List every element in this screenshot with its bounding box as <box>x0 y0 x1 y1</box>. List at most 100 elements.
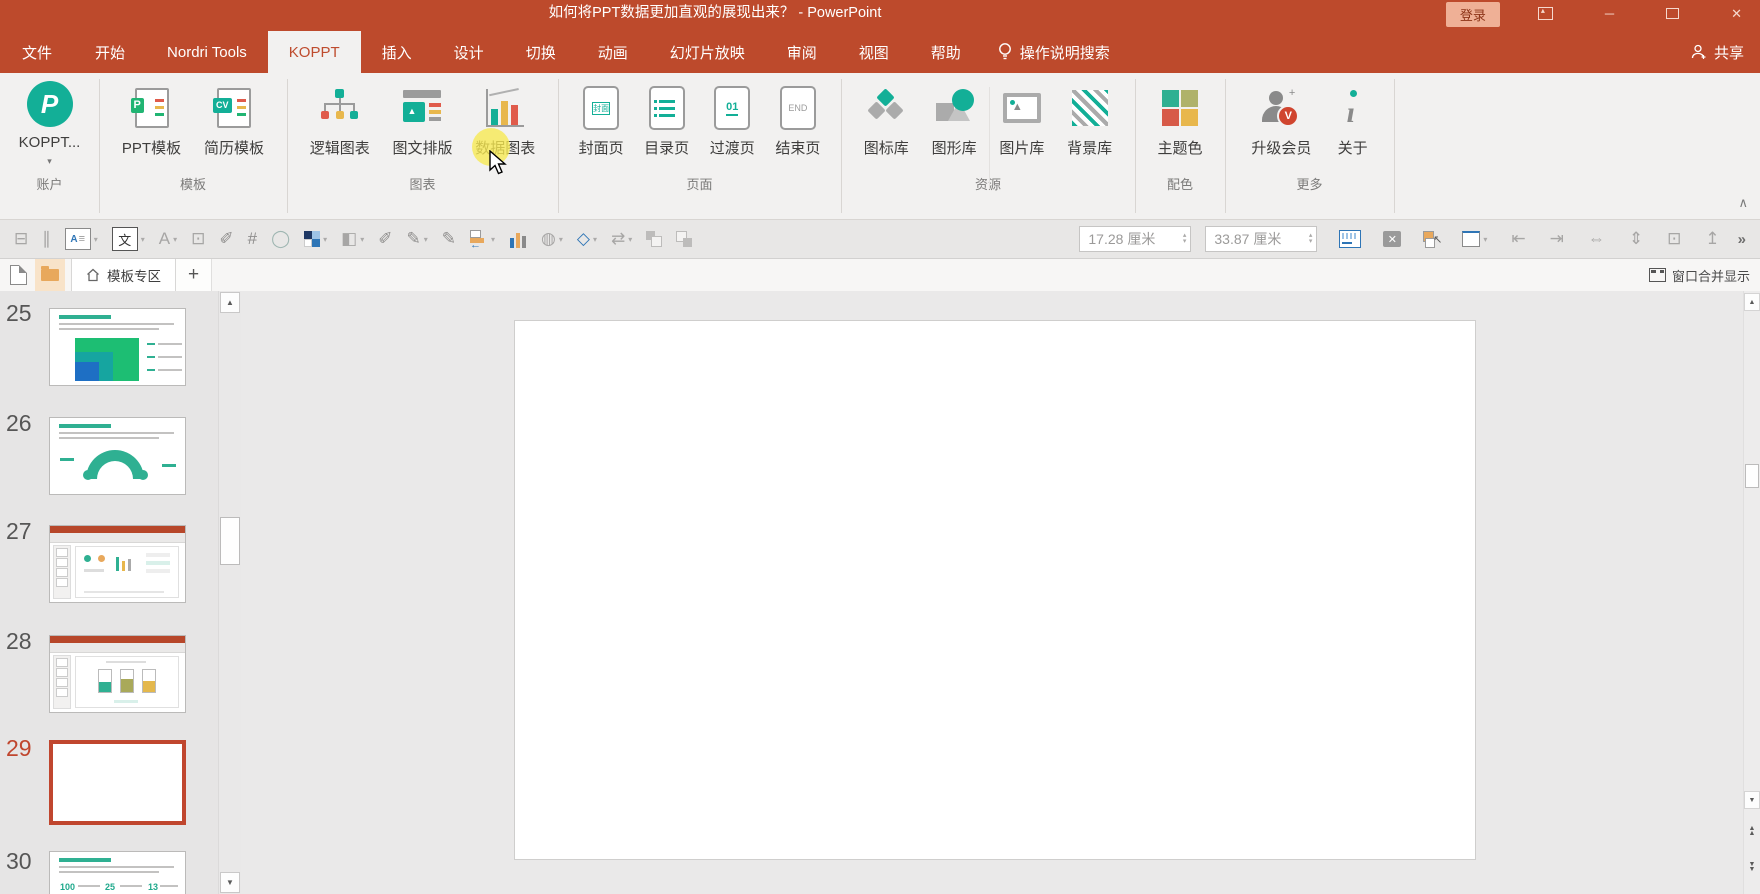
share-button[interactable]: 共享 <box>1691 31 1760 73</box>
panel-scrollbar-thumb[interactable] <box>220 517 240 565</box>
koppt-account-button[interactable]: P KOPPT... ▾ <box>19 73 80 167</box>
text-layout-button[interactable]: 图文排版 <box>392 73 453 158</box>
delete-slide-icon[interactable]: ✕ <box>1383 231 1402 247</box>
merge-shapes-icon[interactable]: ◍ ▾ <box>541 229 563 249</box>
minimize-icon[interactable]: ─ <box>1605 7 1614 20</box>
crop-icon[interactable]: # <box>248 229 257 249</box>
paint-bucket-icon[interactable]: ◧ ▾ <box>341 229 364 249</box>
notes-icon[interactable] <box>1339 230 1362 248</box>
align-right-icon[interactable]: ⇥ <box>1550 229 1564 249</box>
text-style-box-icon[interactable]: A ≡ ▾ <box>64 228 98 250</box>
tab-slideshow[interactable]: 幻灯片放映 <box>649 31 766 73</box>
about-button[interactable]: ı 关于 <box>1338 73 1368 158</box>
slide-canvas[interactable] <box>514 320 1476 860</box>
send-backward-icon[interactable] <box>676 231 693 247</box>
select-objects-icon[interactable]: ↖ <box>1423 230 1442 248</box>
previous-slide-button[interactable]: ▲ ▲ <box>1744 825 1760 837</box>
collapse-ribbon-icon[interactable]: ∧ <box>1738 195 1748 211</box>
more-tools-icon[interactable]: » <box>1738 231 1746 248</box>
shape-height-input[interactable]: 33.87 厘米 ▴ ▾ <box>1205 226 1318 252</box>
login-button[interactable]: 登录 <box>1445 2 1500 27</box>
open-folder-button[interactable] <box>35 259 65 291</box>
tab-transitions[interactable]: 切换 <box>505 31 577 73</box>
slide-thumbnail-27[interactable] <box>49 525 186 603</box>
background-library-button[interactable]: 背景库 <box>1067 73 1112 158</box>
flip-shape-icon[interactable]: ⇄ ▾ <box>611 229 632 249</box>
ppt-template-button[interactable]: P PPT模板 <box>122 73 181 158</box>
toc-page-button[interactable]: 目录页 <box>644 73 689 158</box>
font-color-icon[interactable]: A ▾ <box>159 229 177 249</box>
paragraph-layout-icon[interactable]: ← ▾ <box>470 230 495 251</box>
slide-thumbnail-25[interactable] <box>49 308 186 386</box>
slide-thumbnail-panel: 25 26 27 28 29 30 100 25 13 <box>0 291 218 894</box>
fill-color-icon[interactable]: ▾ <box>304 231 327 247</box>
eyedropper-icon[interactable]: ✐ <box>219 229 233 249</box>
oval-shape-icon[interactable]: ◯ <box>271 229 290 249</box>
move-up-icon[interactable]: ↥ <box>1705 229 1719 249</box>
tab-design[interactable]: 设计 <box>433 31 505 73</box>
ribbon-group-pages: 封面 封面页 目录页 01 过渡页 END 结束页 页面 <box>558 73 841 197</box>
resume-template-button[interactable]: CV 简历模板 <box>204 73 264 158</box>
panel-scroll-up-button[interactable]: ▲ <box>220 292 240 313</box>
replace-image-icon[interactable]: ⊡ <box>191 229 205 249</box>
slide-thumbnail-28[interactable] <box>49 635 186 713</box>
shape-width-input[interactable]: 17.28 厘米 ▴ ▾ <box>1079 226 1192 252</box>
tab-nordri-tools[interactable]: Nordri Tools <box>146 31 268 73</box>
shape-library-button[interactable]: 图形库 <box>932 73 977 158</box>
icon-library-button[interactable]: 图标库 <box>864 73 909 158</box>
align-left-icon[interactable]: ⇤ <box>1511 229 1525 249</box>
slide-thumbnail-30[interactable]: 100 25 13 <box>49 851 186 894</box>
tab-koppt[interactable]: KOPPT <box>267 31 361 73</box>
koppt-ribbon: P KOPPT... ▾ 账户 P PPT模板 CV 简历模板 模板 逻辑图表 … <box>0 73 1760 220</box>
edit-pen-icon[interactable]: ✎ ▾ <box>406 229 427 249</box>
maximize-icon[interactable] <box>1666 7 1680 19</box>
upgrade-vip-icon: + V <box>1261 87 1301 127</box>
tab-home[interactable]: 开始 <box>74 31 146 73</box>
transition-page-button[interactable]: 01 过渡页 <box>710 73 755 158</box>
canvas-scrollbar[interactable]: ▲ ▼ ▲ ▲ ▼ ▼ <box>1743 291 1760 894</box>
combine-shapes-icon[interactable]: ◇ ▾ <box>577 229 597 249</box>
height-spinner[interactable]: ▴ ▾ <box>1309 232 1317 245</box>
tab-view[interactable]: 视图 <box>838 31 910 73</box>
tab-review[interactable]: 审阅 <box>766 31 838 73</box>
close-icon[interactable]: ✕ <box>1731 7 1742 20</box>
insert-chart-icon[interactable] <box>509 230 527 248</box>
logic-chart-button[interactable]: 逻辑图表 <box>310 73 370 158</box>
image-library-button[interactable]: 图片库 <box>999 73 1044 158</box>
distribute-objects-icon[interactable]: ∥ <box>42 229 51 249</box>
format-brush-icon[interactable]: ✎ <box>442 229 456 249</box>
panel-scrollbar[interactable]: ▲ ▼ <box>218 291 241 894</box>
canvas-scroll-up-button[interactable]: ▲ <box>1744 293 1760 311</box>
canvas-scrollbar-thumb[interactable] <box>1745 464 1759 488</box>
canvas-scroll-down-button[interactable]: ▼ <box>1744 791 1760 809</box>
outline-box-icon[interactable]: ▾ <box>1462 231 1487 247</box>
text-direction-icon[interactable]: 文 ▾ <box>111 227 145 251</box>
align-objects-icon[interactable]: ⊟ <box>14 229 28 249</box>
slide-thumbnail-26[interactable] <box>49 417 186 495</box>
ribbon-display-options-icon[interactable] <box>1537 6 1553 20</box>
cover-page-button[interactable]: 封面 封面页 <box>579 73 624 158</box>
tab-help[interactable]: 帮助 <box>910 31 982 73</box>
next-slide-button[interactable]: ▼ ▼ <box>1744 861 1760 873</box>
theme-color-button[interactable]: 主题色 <box>1157 73 1203 158</box>
merge-window-toggle[interactable]: 窗口合并显示 <box>1648 259 1760 291</box>
width-spinner[interactable]: ▴ ▾ <box>1183 232 1191 245</box>
tab-insert[interactable]: 插入 <box>361 31 433 73</box>
panel-scroll-down-button[interactable]: ▼ <box>220 872 240 893</box>
new-document-icon[interactable] <box>10 265 27 285</box>
distribute-vertical-icon[interactable]: ⇕ <box>1629 229 1643 249</box>
tab-animations[interactable]: 动画 <box>577 31 649 73</box>
color-picker-icon[interactable]: ✐ <box>378 229 392 249</box>
bring-forward-icon[interactable] <box>646 231 663 247</box>
tell-me-search[interactable]: 操作说明搜索 <box>982 31 1126 73</box>
icon-library-icon <box>867 88 905 127</box>
tab-file[interactable]: 文件 <box>0 31 74 73</box>
distribute-horizontal-icon[interactable]: ⇔ <box>1588 229 1605 249</box>
swap-objects-icon[interactable]: ⊡ <box>1667 229 1681 249</box>
add-tab-button[interactable]: + <box>176 259 213 291</box>
slide-thumbnail-29-selected[interactable] <box>49 740 186 825</box>
upgrade-vip-button[interactable]: + V 升级会员 <box>1251 73 1311 158</box>
tab-template-zone[interactable]: 模板专区 <box>71 259 176 291</box>
end-page-button[interactable]: END 结束页 <box>775 73 820 158</box>
ribbon-group-resources: 图标库 图形库 图片库 背景库 资源 <box>841 73 1135 197</box>
